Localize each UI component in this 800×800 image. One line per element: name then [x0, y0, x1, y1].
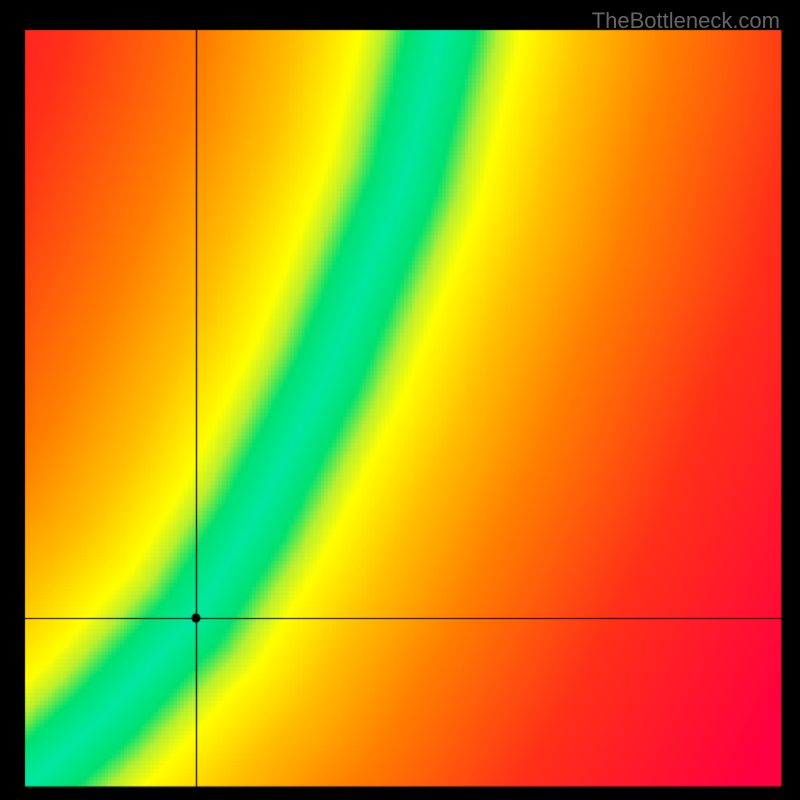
chart-container: TheBottleneck.com — [0, 0, 800, 800]
watermark-text: TheBottleneck.com — [592, 8, 780, 34]
heatmap-canvas — [0, 0, 800, 800]
